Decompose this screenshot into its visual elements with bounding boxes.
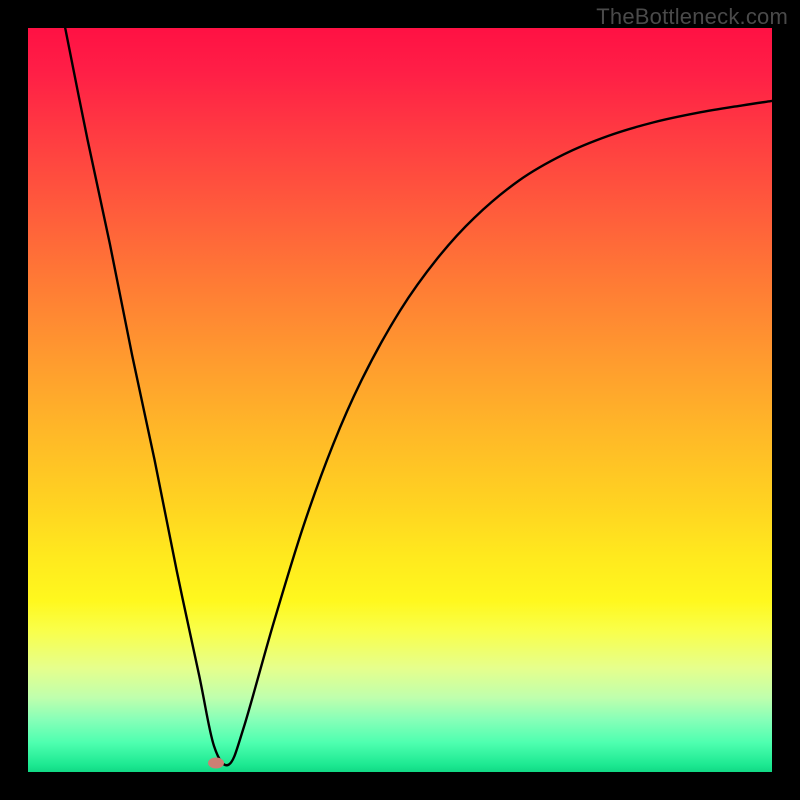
bottleneck-curve xyxy=(65,28,772,765)
minimum-marker xyxy=(208,758,224,769)
watermark-text: TheBottleneck.com xyxy=(596,4,788,30)
plot-area xyxy=(28,28,772,772)
chart-frame: TheBottleneck.com xyxy=(0,0,800,800)
curve-layer xyxy=(28,28,772,772)
